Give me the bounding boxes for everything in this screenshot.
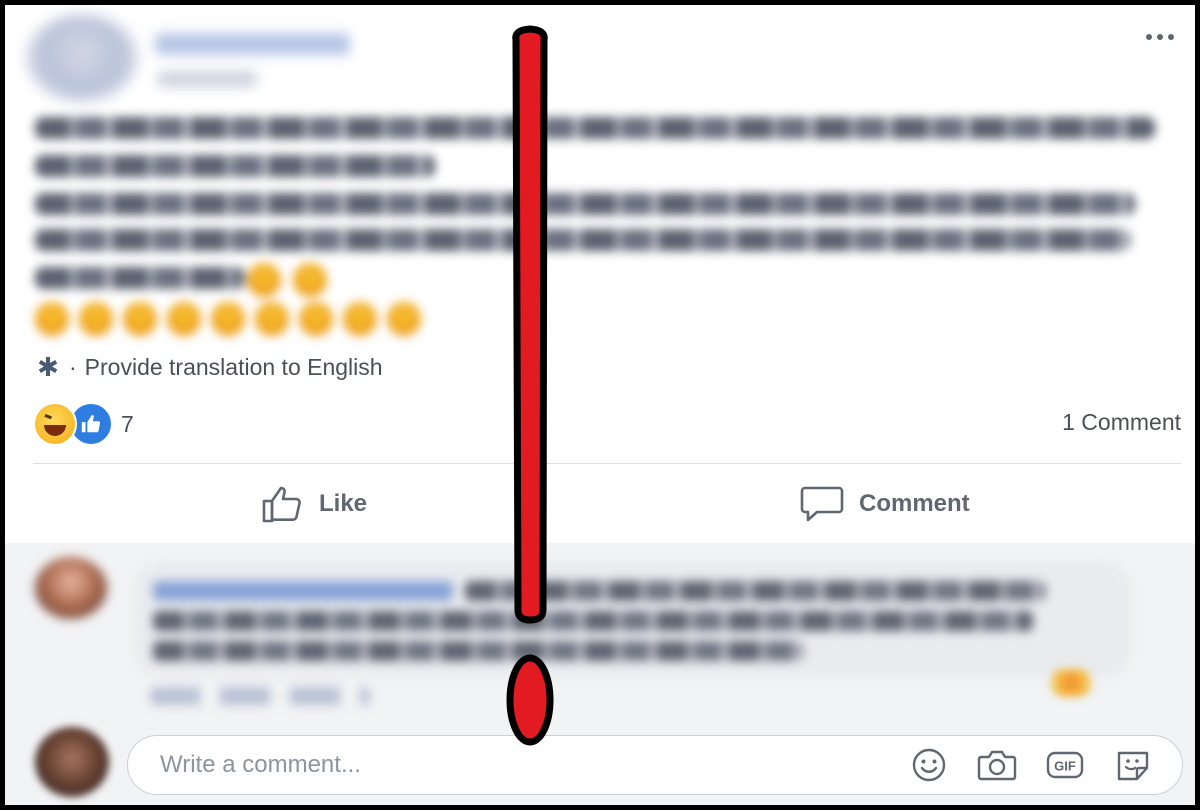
svg-text:GIF: GIF: [1054, 759, 1076, 774]
haha-reaction-icon: [33, 402, 77, 446]
comment-input[interactable]: [158, 744, 908, 786]
like-button[interactable]: Like: [261, 475, 367, 533]
thumbs-up-mini-icon: [81, 414, 101, 433]
gif-icon[interactable]: GIF: [1044, 745, 1086, 785]
author-name-blurred[interactable]: [155, 33, 350, 55]
facebook-post-card: ✱ · Provide translation to English 7 1 C…: [0, 0, 1200, 810]
sticker-icon[interactable]: [1112, 745, 1154, 785]
post-timestamp-blurred: [157, 71, 257, 87]
reaction-count: 7: [121, 410, 134, 437]
more-options-icon[interactable]: [1139, 27, 1181, 47]
camera-icon[interactable]: [976, 745, 1018, 785]
reactions-summary[interactable]: 7: [33, 402, 134, 446]
commenter-avatar[interactable]: [35, 557, 107, 619]
comment-label: Comment: [859, 490, 970, 517]
like-label: Like: [319, 490, 368, 517]
provide-translation-link[interactable]: Provide translation to English: [85, 354, 383, 381]
composer-icons: GIF: [908, 745, 1154, 785]
thumbs-up-icon: [262, 486, 301, 523]
comment-bubble-blurred: [135, 561, 1130, 677]
translate-separator: ·: [69, 353, 77, 380]
comment-reaction-blurred: [1050, 669, 1092, 697]
post-text-blurred: [35, 117, 1175, 342]
gear-icon: ✱: [37, 352, 59, 382]
smiley-icon[interactable]: [908, 745, 950, 785]
comment-actions-blurred[interactable]: [150, 687, 370, 705]
speech-bubble-icon: [800, 486, 844, 522]
divider: [33, 463, 1181, 464]
comment-count-link[interactable]: 1 Comment: [1062, 409, 1181, 436]
current-user-avatar: [35, 727, 109, 797]
comment-button[interactable]: Comment: [799, 475, 970, 533]
translate-row: ✱ · Provide translation to English: [35, 351, 383, 383]
author-avatar[interactable]: [27, 15, 137, 101]
comment-composer[interactable]: GIF: [127, 735, 1183, 795]
